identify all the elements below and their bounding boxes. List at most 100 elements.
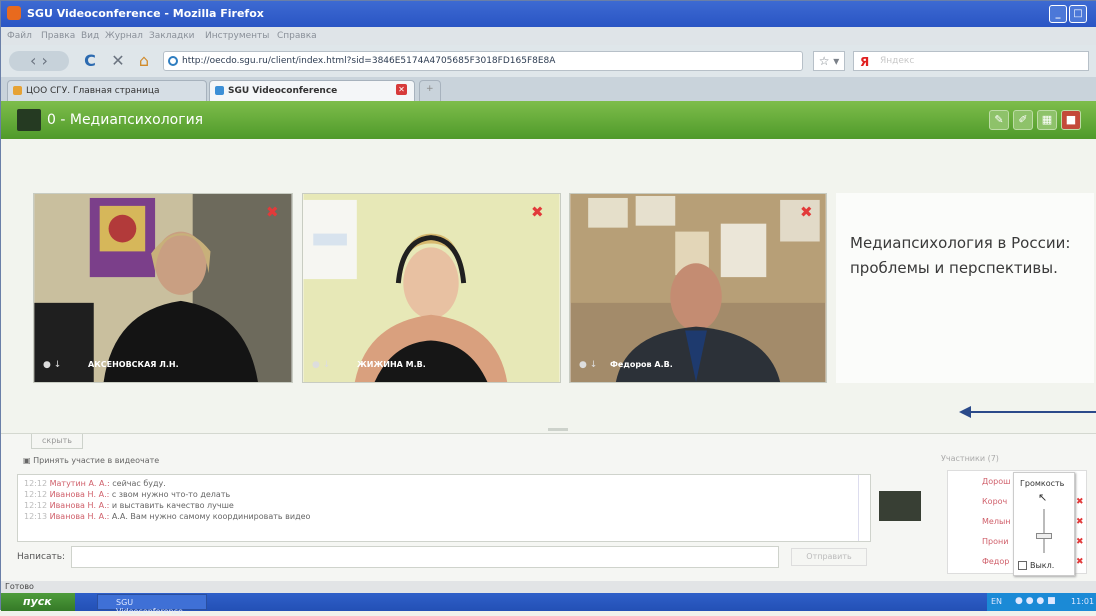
stop-icon[interactable]: ✕ bbox=[109, 51, 127, 71]
message-input[interactable] bbox=[71, 546, 779, 568]
tab-favicon bbox=[215, 86, 224, 95]
tray-icons[interactable]: ● ● ● ■ bbox=[1015, 596, 1056, 606]
system-tray: EN ● ● ● ■ 11:01 bbox=[987, 593, 1096, 611]
hide-panel-tab[interactable]: скрыть bbox=[31, 434, 83, 449]
status-bar: Готово bbox=[1, 581, 1096, 593]
site-icon bbox=[168, 56, 178, 66]
address-text: http://oecdo.sgu.ru/client/index.html?si… bbox=[182, 56, 556, 66]
home-icon[interactable]: ⌂ bbox=[135, 51, 153, 71]
slide-line-1: Медиапсихология в России: bbox=[850, 234, 1071, 252]
grid-icon[interactable]: ▦ bbox=[1037, 110, 1057, 130]
chat-message: 12:12 Матутин А. А.: сейчас буду. bbox=[24, 479, 166, 488]
chat-message: 12:12 Иванова Н. А.: и выставить качеств… bbox=[24, 501, 234, 510]
tab-videoconference[interactable]: SGU Videoconference ✕ bbox=[209, 80, 415, 101]
new-tab-button[interactable]: + bbox=[419, 80, 441, 101]
remove-participant-icon[interactable]: ✖ bbox=[1076, 517, 1084, 527]
remove-participant-icon[interactable]: ✖ bbox=[1076, 537, 1084, 547]
minimize-button[interactable]: _ bbox=[1049, 5, 1067, 23]
pointer-arrow bbox=[959, 406, 1096, 418]
pencil-icon[interactable]: ✎ bbox=[989, 110, 1009, 130]
chat-log: 12:12 Матутин А. А.: сейчас буду. 12:12 … bbox=[17, 474, 871, 542]
yandex-icon: Я bbox=[860, 55, 870, 69]
exit-icon[interactable]: ■ bbox=[1061, 110, 1081, 130]
room-icon bbox=[17, 109, 41, 131]
address-bar[interactable]: http://oecdo.sgu.ru/client/index.html?si… bbox=[163, 51, 803, 71]
volume-popup: Громкость ↖ Выкл. bbox=[1013, 472, 1075, 576]
volume-slider[interactable] bbox=[1036, 533, 1052, 539]
video-name-2: ЖИЖИНА М.В. bbox=[357, 360, 426, 369]
menu-edit[interactable]: Правка bbox=[41, 31, 75, 41]
tab-close-icon[interactable]: ✕ bbox=[396, 84, 407, 95]
clock: 11:01 bbox=[1071, 597, 1095, 606]
navigation-toolbar: ‹ › C ✕ ⌂ http://oecdo.sgu.ru/client/ind… bbox=[1, 45, 1096, 77]
back-forward-button[interactable]: ‹ › bbox=[9, 51, 69, 71]
join-videochat-link[interactable]: ▣ Принять участие в видеочате bbox=[23, 456, 159, 465]
chat-message: 12:13 Иванова Н. А.: А.А. Вам нужно само… bbox=[24, 512, 311, 521]
search-placeholder: Яндекс bbox=[880, 56, 915, 66]
title-bar: SGU Videoconference - Mozilla Firefox _ … bbox=[1, 1, 1096, 27]
participant-name[interactable]: Федор bbox=[982, 557, 1009, 566]
reload-icon[interactable]: C bbox=[81, 51, 99, 71]
menu-bookmarks[interactable]: Закладки bbox=[149, 31, 195, 41]
tab-home-label: ЦОО СГУ. Главная страница bbox=[26, 86, 160, 96]
volume-track bbox=[1043, 509, 1045, 553]
slide-line-2: проблемы и перспективы. bbox=[850, 259, 1058, 277]
mute-checkbox[interactable] bbox=[1018, 561, 1027, 570]
mouse-cursor-icon: ↖ bbox=[1038, 491, 1048, 504]
menu-history[interactable]: Журнал bbox=[105, 31, 143, 41]
edit-icon[interactable]: ✐ bbox=[1013, 110, 1033, 130]
tab-home[interactable]: ЦОО СГУ. Главная страница bbox=[7, 80, 207, 101]
taskbar-item[interactable]: SGU Videoconference... bbox=[97, 594, 207, 616]
window-title: SGU Videoconference - Mozilla Firefox bbox=[27, 7, 264, 20]
participant-thumbnail bbox=[879, 491, 921, 521]
tab-strip: ЦОО СГУ. Главная страница SGU Videoconfe… bbox=[1, 77, 1096, 101]
menu-bar: Файл Правка Вид Журнал Закладки Инструме… bbox=[1, 27, 1096, 45]
start-button[interactable]: пуск bbox=[1, 593, 75, 611]
video-feed-2 bbox=[303, 194, 560, 382]
language-indicator[interactable]: EN bbox=[991, 597, 1002, 606]
bookmark-star-icon[interactable]: ☆ ▾ bbox=[813, 51, 845, 71]
camera-mic-icons-2: ● ↓ bbox=[312, 360, 331, 370]
menu-help[interactable]: Справка bbox=[277, 31, 317, 41]
app-header: 0 - Медиапсихология ✎ ✐ ▦ ■ bbox=[1, 101, 1096, 139]
send-button[interactable]: Отправить bbox=[791, 548, 867, 566]
camera-mic-icons-3: ● ↓ bbox=[579, 360, 598, 370]
participant-name[interactable]: Дорош bbox=[982, 477, 1010, 486]
video-name-3: Федоров А.В. bbox=[610, 360, 673, 369]
participants-header: Участники (7) bbox=[941, 454, 999, 463]
browser-window: SGU Videoconference - Mozilla Firefox _ … bbox=[0, 0, 1096, 616]
remove-participant-icon[interactable]: ✖ bbox=[1076, 497, 1084, 507]
chat-scrollbar[interactable] bbox=[858, 475, 870, 541]
room-title: 0 - Медиапсихология bbox=[47, 112, 204, 128]
maximize-button[interactable]: □ bbox=[1069, 5, 1087, 23]
participant-name[interactable]: Прони bbox=[982, 537, 1008, 546]
remove-participant-icon[interactable]: ✖ bbox=[1076, 557, 1084, 567]
video-name-1: АКСЕНОВСКАЯ Л.Н. bbox=[88, 360, 179, 369]
search-box[interactable]: Я Яндекс bbox=[853, 51, 1089, 71]
menu-view[interactable]: Вид bbox=[81, 31, 99, 41]
menu-file[interactable]: Файл bbox=[7, 31, 32, 41]
tab-favicon bbox=[13, 86, 22, 95]
chat-message: 12:12 Иванова Н. А.: с звом нужно что-то… bbox=[24, 490, 231, 499]
video-tile-1: ✖ ● ↓ АКСЕНОВСКАЯ Л.Н. bbox=[33, 193, 293, 383]
status-text: Готово bbox=[5, 582, 34, 591]
menu-tools[interactable]: Инструменты bbox=[205, 31, 269, 41]
video-tile-2: ✖ ● ↓ ЖИЖИНА М.В. bbox=[302, 193, 561, 383]
participant-name[interactable]: Короч bbox=[982, 497, 1007, 506]
participant-name[interactable]: Мелын bbox=[982, 517, 1010, 526]
start-label: пуск bbox=[23, 595, 52, 608]
firefox-icon bbox=[7, 6, 21, 20]
close-video-3-icon[interactable]: ✖ bbox=[800, 203, 813, 221]
camera-mic-icons-1: ● ↓ bbox=[43, 360, 62, 370]
taskbar: пуск SGU Videoconference... EN ● ● ● ■ 1… bbox=[1, 593, 1096, 616]
conference-area: ✖ ● ↓ АКСЕНОВСКАЯ Л.Н. ✖ ● ↓ ЖИЖИНА М.В. bbox=[1, 139, 1096, 433]
volume-label: Громкость bbox=[1020, 479, 1065, 488]
close-video-2-icon[interactable]: ✖ bbox=[531, 203, 544, 221]
panel-splitter[interactable] bbox=[548, 428, 568, 431]
write-label: Написать: bbox=[17, 552, 66, 562]
close-video-1-icon[interactable]: ✖ bbox=[266, 203, 279, 221]
video-feed-1 bbox=[34, 194, 292, 382]
video-feed-3 bbox=[570, 194, 826, 382]
taskbar-item-label: SGU Videoconference... bbox=[116, 598, 191, 616]
webcam-icon: ▣ bbox=[23, 456, 34, 465]
